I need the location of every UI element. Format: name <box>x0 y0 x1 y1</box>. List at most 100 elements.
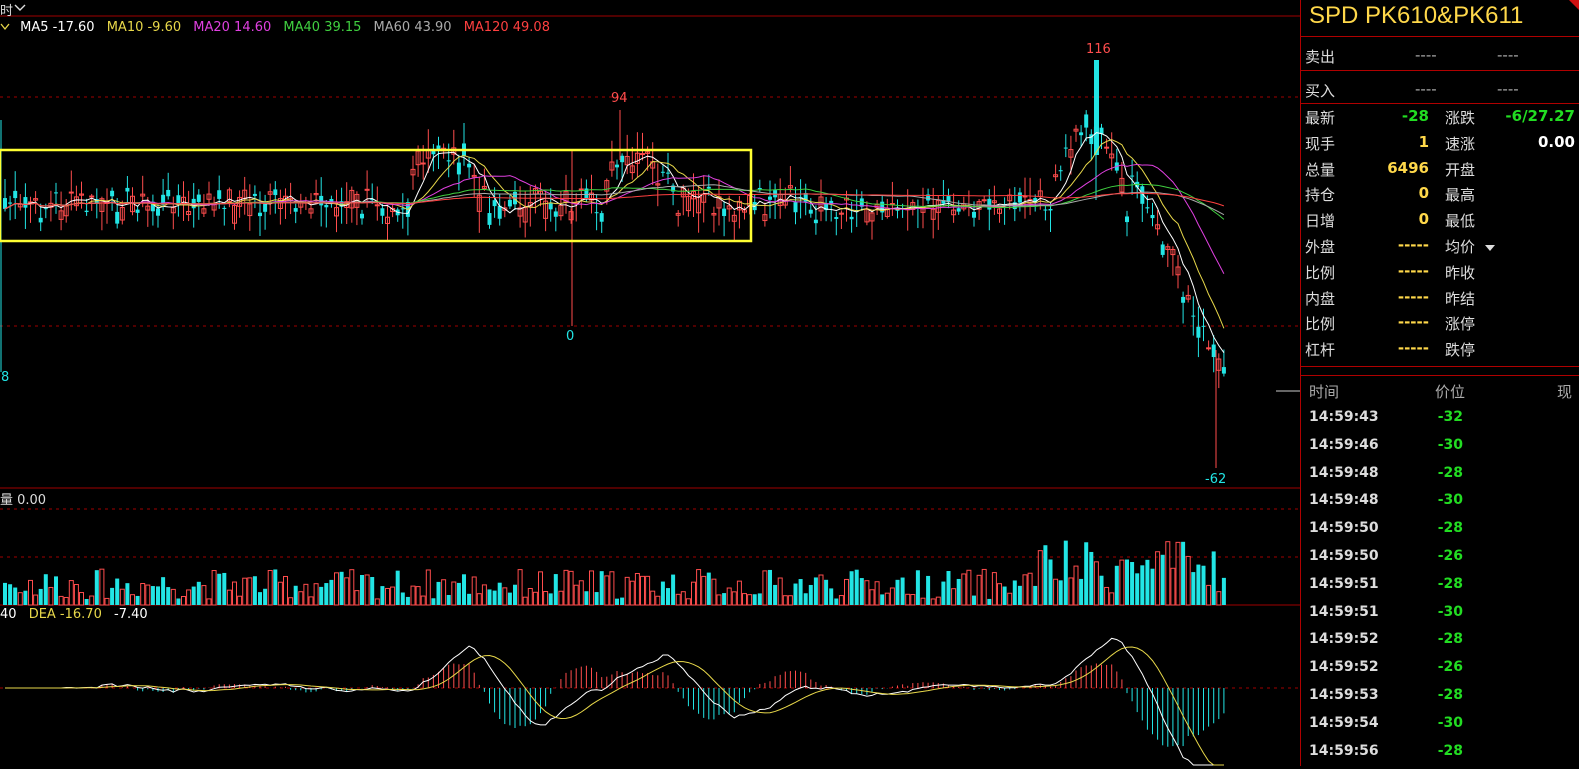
volume-bar-up <box>502 587 508 606</box>
volume-bar-down <box>880 594 885 605</box>
dropdown-arrow-icon[interactable] <box>1485 245 1495 251</box>
candle-down <box>324 204 329 208</box>
volume-bar-up <box>844 578 849 606</box>
candle-up <box>640 153 645 156</box>
tick-price: -30 <box>1437 436 1463 453</box>
candle-down <box>1130 175 1135 177</box>
volume-bar-up <box>201 585 207 606</box>
quote-panel: SPD PK610&PK611 卖出 ---- ---- 买入 ---- ---… <box>1300 0 1579 766</box>
volume-bar-down <box>339 571 344 605</box>
volume-bar-up <box>390 586 396 606</box>
volume-bar-down <box>150 586 155 605</box>
volume-bar-down <box>584 591 589 605</box>
sell-row[interactable]: 卖出 ---- ---- <box>1305 46 1575 68</box>
volume-bar-up <box>532 591 538 606</box>
volume-bar-down <box>380 586 385 605</box>
candle-down <box>273 189 278 196</box>
tick-row[interactable]: 14:59:50 -28 <box>1309 520 1579 546</box>
volume-bar-up <box>951 588 957 606</box>
volume-bar-up <box>364 574 370 606</box>
candle-down <box>849 216 854 220</box>
volume-bar-down <box>859 578 864 605</box>
period-label[interactable]: 时 <box>0 0 13 19</box>
volume-bar-up <box>522 596 528 606</box>
volume-bar-up <box>711 578 717 606</box>
volume-bar-down <box>507 592 512 605</box>
macd-dea-line <box>5 646 1224 766</box>
tick-time: 14:59:46 <box>1309 436 1379 453</box>
quote-value: ----- <box>1397 236 1429 254</box>
volume-bar-up <box>1206 584 1212 606</box>
volume-bar-up <box>634 573 640 606</box>
candle-down <box>135 209 140 213</box>
chevron-down-icon[interactable] <box>14 4 26 12</box>
quote-label-2: 开盘 <box>1445 160 1476 179</box>
tick-row[interactable]: 14:59:48 -30 <box>1309 492 1579 518</box>
volume-bar-up <box>818 574 824 606</box>
volume-bar-up <box>589 570 594 606</box>
volume-bar-down <box>43 574 48 605</box>
volume-bar-down <box>1048 559 1053 605</box>
candle-down <box>1160 244 1165 255</box>
volume-bar-up <box>726 587 732 606</box>
tick-row[interactable]: 14:59:52 -26 <box>1309 659 1579 685</box>
volume-bar-up <box>716 594 722 606</box>
candle-down <box>1094 60 1099 155</box>
quote-value: 0 <box>1418 210 1429 229</box>
tick-price: -26 <box>1437 548 1463 564</box>
macd-diff-line <box>5 637 1224 766</box>
quote-value: ----- <box>1397 339 1429 358</box>
volume-bar-up <box>33 594 39 606</box>
tick-row[interactable]: 14:59:56 -28 <box>1309 743 1579 769</box>
volume-bar-up <box>675 593 681 606</box>
kline-chart-canvas[interactable] <box>0 0 1300 766</box>
tick-row[interactable]: 14:59:52 -28 <box>1309 631 1579 657</box>
tick-row[interactable]: 14:59:43 -32 <box>1309 409 1579 435</box>
period-selector[interactable]: 时 <box>0 0 1300 19</box>
quote-label: 总量 <box>1305 160 1336 179</box>
volume-bar-down <box>548 593 553 605</box>
volume-bar-up <box>736 580 742 606</box>
ma-line-60 <box>4 184 1225 216</box>
buy-row[interactable]: 买入 ---- ---- <box>1305 80 1575 102</box>
volume-bar-down <box>1150 568 1155 605</box>
candle-down <box>1017 192 1022 203</box>
volume-bar-up <box>1104 586 1110 606</box>
volume-bar-down <box>94 570 99 605</box>
tick-row[interactable]: 14:59:50 -26 <box>1309 548 1579 574</box>
volume-bar-up <box>1068 577 1074 606</box>
volume-bar-down <box>319 586 324 605</box>
volume-bar-down <box>793 583 798 605</box>
divider <box>1301 103 1579 104</box>
volume-bar-up <box>303 583 309 606</box>
volume-bar-up <box>451 581 457 606</box>
tick-row[interactable]: 14:59:48 -28 <box>1309 465 1579 491</box>
volume-bar-up <box>981 568 987 606</box>
tick-row[interactable]: 14:59:51 -28 <box>1309 576 1579 602</box>
volume-bar-down <box>360 575 364 605</box>
candle-down <box>1084 114 1089 128</box>
volume-bar-up <box>609 571 615 606</box>
candle-up <box>981 199 987 202</box>
volume-bar-down <box>900 577 905 605</box>
tick-row[interactable]: 14:59:46 -30 <box>1309 437 1579 463</box>
quote-row: 最新 -28 涨跌 -6/27.27 <box>1305 107 1579 131</box>
volume-bar-up <box>130 594 135 606</box>
volume-bar-up <box>966 569 972 606</box>
macd-dea-label: DEA -16.70 <box>28 607 102 622</box>
buy-label: 买入 <box>1305 82 1336 100</box>
tick-row[interactable]: 14:59:54 -30 <box>1309 715 1579 741</box>
volume-bar-down <box>487 589 492 605</box>
ma60-label: MA60 43.90 <box>373 20 452 35</box>
volume-bar-down <box>752 594 757 605</box>
kline-chart-area[interactable]: 时 MA5 -17.60 MA10 -9.60 MA20 14.60 MA40 … <box>0 0 1300 766</box>
volume-bar-down <box>1084 542 1089 605</box>
tick-row[interactable]: 14:59:53 -28 <box>1309 687 1579 713</box>
volume-bar-up <box>869 589 875 606</box>
contract-title: SPD PK610&PK611 <box>1309 2 1524 29</box>
volume-bar-down <box>1017 585 1022 605</box>
candle-down <box>125 187 130 192</box>
volume-bar-up <box>28 579 33 606</box>
volume-bar-down <box>217 573 222 605</box>
tick-row[interactable]: 14:59:51 -30 <box>1309 604 1579 630</box>
